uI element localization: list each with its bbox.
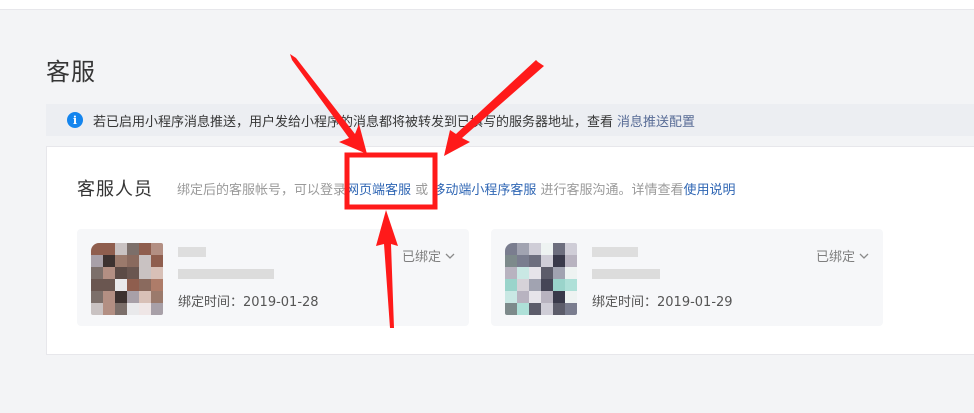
chevron-down-icon	[859, 253, 869, 259]
bind-status-label: 已绑定	[815, 250, 855, 265]
chevron-down-icon	[445, 253, 455, 259]
notice-banner: i 若已启用小程序消息推送，用户发给小程序的消息都将被转发到已填写的服务器地址，…	[46, 104, 974, 136]
desc-or: 或	[415, 183, 429, 198]
web-service-link[interactable]: 网页端客服	[346, 183, 411, 198]
bind-time: 绑定时间：2019-01-29	[592, 295, 733, 310]
section-title: 客服人员	[77, 179, 153, 200]
bind-time: 绑定时间：2019-01-28	[178, 295, 319, 310]
section-description: 绑定后的客服帐号，可以登录网页端客服 或 移动端小程序客服 进行客服沟通。详情查…	[177, 179, 736, 198]
customer-service-panel: 客服人员 绑定后的客服帐号，可以登录网页端客服 或 移动端小程序客服 进行客服沟…	[46, 146, 974, 355]
bind-status-dropdown[interactable]: 已绑定	[816, 246, 869, 265]
agent-id-blurred	[178, 269, 274, 279]
bind-status-dropdown[interactable]: 已绑定	[402, 246, 455, 265]
page-title: 客服	[46, 58, 96, 86]
mobile-service-link[interactable]: 移动端小程序客服	[432, 183, 536, 198]
agent-name-blurred	[592, 247, 638, 257]
notice-text: 若已启用小程序消息推送，用户发给小程序的消息都将被转发到已填写的服务器地址，查看	[93, 114, 614, 130]
desc-mid: 进行客服沟通。详情查看	[540, 183, 684, 198]
help-link[interactable]: 使用说明	[684, 183, 736, 198]
message-push-config-link[interactable]: 消息推送配置	[617, 111, 695, 130]
agent-name-blurred	[178, 247, 206, 257]
top-bar	[0, 0, 974, 10]
avatar	[91, 243, 163, 315]
bind-status-label: 已绑定	[401, 250, 441, 265]
agent-card: 绑定时间：2019-01-29 已绑定	[491, 229, 883, 326]
info-icon: i	[67, 112, 83, 128]
avatar	[505, 243, 577, 315]
agent-id-blurred	[592, 269, 660, 279]
agent-card: 绑定时间：2019-01-28 已绑定	[77, 229, 469, 326]
desc-prefix: 绑定后的客服帐号，可以登录	[177, 183, 347, 198]
